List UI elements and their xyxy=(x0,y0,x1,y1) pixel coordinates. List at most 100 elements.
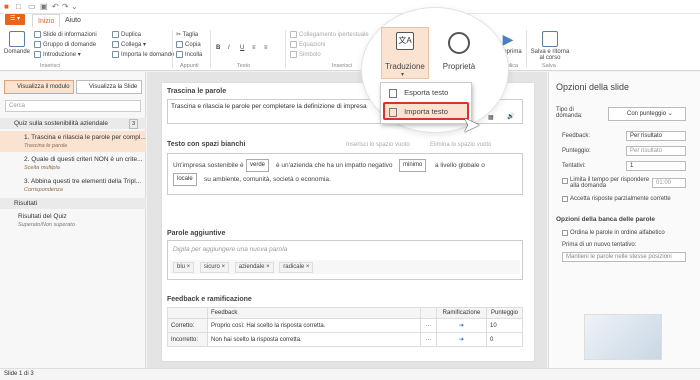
feedback-label: Feedback: xyxy=(562,133,591,139)
feedback-text[interactable]: Proprio così: Hai scelto la risposta cor… xyxy=(207,318,421,333)
group-label-clipboard: Appunti xyxy=(180,63,199,69)
view-module-button[interactable]: Visualizza il modulo xyxy=(4,80,74,94)
undo-icon[interactable]: ↶ xyxy=(52,3,60,11)
quick-access-menu-icon[interactable]: ⌄ xyxy=(71,3,79,11)
list-item[interactable]: 1. Trascina e rilascia le parole per com… xyxy=(0,131,146,152)
question-type-select[interactable]: Con punteggio ⌄ xyxy=(608,107,686,121)
ribbon-divider xyxy=(285,30,286,68)
tab-help[interactable]: Aiuto xyxy=(60,14,86,27)
word-bank-heading: Opzioni della banca delle parole xyxy=(556,216,655,223)
translate-icon: 文A xyxy=(396,32,414,50)
audio-icon[interactable]: 🔊 xyxy=(507,113,514,120)
word-tag[interactable]: radicale × xyxy=(279,262,314,273)
ribbon-divider xyxy=(526,30,527,68)
question-group-button[interactable]: Gruppo di domande xyxy=(34,41,96,48)
insert-blank-button[interactable]: Inserisci lo spazio vuoto xyxy=(346,142,410,148)
score-label: Punteggio: xyxy=(562,148,591,154)
list-item[interactable]: Risultati del Quiz Superato/Non superato xyxy=(0,213,146,231)
import-questions-button[interactable]: Importa le domande xyxy=(112,51,174,58)
equations-button[interactable]: Equazioni xyxy=(290,41,325,48)
feedback-text[interactable]: Non hai scelto la risposta corretta. xyxy=(207,332,421,347)
quiz-group-header[interactable]: Quiz sulla sostenibilità aziendale 3 xyxy=(0,118,146,129)
duplicate-icon xyxy=(112,31,119,38)
question-type-label: Tipo di domanda: xyxy=(556,107,583,119)
limit-time-checkbox[interactable] xyxy=(562,178,568,184)
cut-button[interactable]: ✂ Taglia xyxy=(176,31,198,38)
properties-button[interactable]: Proprietà xyxy=(436,62,482,71)
attempts-select[interactable]: 1 xyxy=(626,161,686,171)
blank-text-editor[interactable] xyxy=(167,153,523,195)
questions-button[interactable]: Domande xyxy=(4,31,30,55)
word-tag[interactable]: sicuro × xyxy=(199,262,230,273)
save-icon[interactable]: ▣ xyxy=(40,3,48,11)
section-title: Parole aggiuntive xyxy=(167,230,226,237)
title-bar: ■ □ ▭ ▣ ↶ ↷ ⌄ xyxy=(0,0,700,14)
paste-icon xyxy=(176,51,183,58)
export-text-item[interactable]: Esporta testo xyxy=(389,88,448,98)
group-label-insert: Inserisci xyxy=(40,63,61,69)
score-value[interactable]: 10 xyxy=(486,318,523,333)
list-item[interactable]: 2. Quale di questi criteri NON è un crit… xyxy=(0,156,146,174)
view-slide-button[interactable]: Visualizza la Slide xyxy=(76,80,142,94)
save-return-button[interactable]: Salva e ritorna al corso xyxy=(528,31,572,61)
play-icon: ▶ xyxy=(502,31,514,47)
slide-thumbnail[interactable] xyxy=(584,314,662,360)
ribbon-tab-row xyxy=(0,14,700,28)
blank-word[interactable]: locale xyxy=(173,173,197,186)
score-value[interactable]: 0 xyxy=(486,332,523,347)
blank-word[interactable]: verde xyxy=(246,159,270,172)
remove-blank-button[interactable]: Elimina lo spazio vuoto xyxy=(430,142,491,148)
italic-button[interactable]: I xyxy=(228,45,230,51)
branch-arrow-icon[interactable]: ➔ xyxy=(436,318,487,333)
more-icon[interactable]: ··· xyxy=(420,318,437,333)
partial-checkbox[interactable] xyxy=(562,196,568,202)
branch-arrow-icon[interactable]: ➔ xyxy=(436,332,487,347)
info-slide-button[interactable]: Slide di informazioni xyxy=(34,31,97,38)
feedback-table: Feedback Ramificazione Punteggio Corrett… xyxy=(167,307,523,347)
hyperlink-button[interactable]: Collegamento ipertestuale xyxy=(290,31,369,38)
underline-button[interactable]: U xyxy=(240,45,244,51)
word-tag-list: blu × sicuro × aziendale × radicale × xyxy=(173,262,317,273)
group-icon xyxy=(34,41,41,48)
add-word-input[interactable]: Digita per aggiungere una nuova parola xyxy=(173,246,287,253)
blank-word[interactable]: minimo xyxy=(399,159,427,172)
sort-checkbox[interactable] xyxy=(562,230,568,236)
copy-button[interactable]: Copia xyxy=(176,41,201,48)
sentence-text: su ambiente, comunità, società o economi… xyxy=(204,176,331,183)
link-button[interactable]: Collega ▾ xyxy=(112,41,146,48)
align-center-icon[interactable]: ≡ xyxy=(264,45,268,51)
app-menu-button[interactable]: ☰ ▾ xyxy=(5,14,25,25)
score-select[interactable]: Per risultato xyxy=(626,146,686,156)
app-logo-icon: ■ xyxy=(4,2,9,11)
retry-select[interactable]: Mantieni le parole nelle stesse posizion… xyxy=(562,252,686,262)
new-file-icon[interactable]: □ xyxy=(16,3,24,11)
image-icon[interactable]: ▦ xyxy=(488,114,494,121)
section-title: Feedback e ramificazione xyxy=(167,296,252,303)
duplicate-button[interactable]: Duplica xyxy=(112,31,141,38)
symbol-button[interactable]: Simbolo xyxy=(290,51,321,58)
chevron-down-icon: ▾ xyxy=(401,72,405,78)
open-folder-icon[interactable]: ▭ xyxy=(28,3,36,11)
word-tag[interactable]: blu × xyxy=(173,262,195,273)
redo-icon[interactable]: ↷ xyxy=(62,3,70,11)
search-input[interactable]: Cerca xyxy=(5,100,141,112)
paste-button[interactable]: Incolla xyxy=(176,51,202,58)
partial-label: Accetta risposte parzialmente corrette xyxy=(570,196,671,202)
table-row: Corretto: Proprio così: Hai scelto la ri… xyxy=(167,318,523,333)
tab-home[interactable]: Inizio xyxy=(32,14,61,27)
status-bar: Slide 1 di 3 xyxy=(0,368,700,380)
feedback-select[interactable]: Per risultato xyxy=(626,131,686,141)
save-return-icon xyxy=(542,31,558,47)
results-group-header[interactable]: Risultati xyxy=(0,198,146,209)
symbol-icon xyxy=(290,51,297,58)
introduction-button[interactable]: Introduzione ▾ xyxy=(34,51,81,58)
align-left-icon[interactable]: ≡ xyxy=(252,45,256,51)
time-input[interactable]: 01:00 xyxy=(652,178,686,188)
more-icon[interactable]: ··· xyxy=(420,332,437,347)
bold-button[interactable]: B xyxy=(216,45,220,51)
list-item[interactable]: 3. Abbina questi tre elementi della Trip… xyxy=(0,178,146,196)
import-text-label: Importa testo xyxy=(389,107,448,117)
gear-icon xyxy=(448,32,470,54)
equation-icon xyxy=(290,41,297,48)
word-tag[interactable]: aziendale × xyxy=(234,262,274,273)
